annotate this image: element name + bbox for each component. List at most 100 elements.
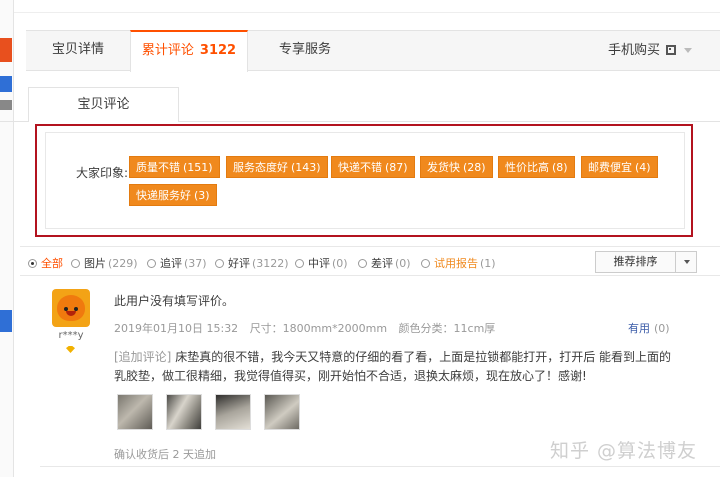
filter-count: (229): [108, 257, 138, 270]
filter-photos[interactable]: 图片 (229): [71, 255, 138, 271]
filter-all[interactable]: 全部: [28, 255, 65, 271]
filter-neutral[interactable]: 中评 (0): [295, 255, 348, 271]
avatar-face: [57, 295, 85, 321]
radio-icon[interactable]: [215, 259, 224, 268]
review-filter-bar: 全部 图片 (229) 追评 (37) 好评 (3122) 中评 (0) 差评 (0) 试…: [20, 246, 720, 276]
sidebar-mail-icon: [0, 100, 12, 110]
impression-tag[interactable]: 发货快 (28): [420, 156, 493, 178]
useful-label: 有用: [628, 322, 650, 335]
tag-count: (87): [385, 161, 408, 174]
detail-tab-bar: 宝贝详情 累计评论 3122 专享服务 手机购买: [26, 30, 720, 72]
tag-text: 发货快: [427, 161, 460, 174]
avatar[interactable]: [52, 289, 90, 327]
sort-label: 推荐排序: [596, 252, 676, 272]
filter-label: 试用报告: [434, 257, 478, 270]
filter-label: 图片: [84, 257, 106, 270]
tag-text: 快递服务好: [136, 189, 191, 202]
useful-button[interactable]: 有用 (0): [628, 320, 670, 336]
review-photo-thumb[interactable]: [166, 394, 202, 430]
radio-icon[interactable]: [421, 259, 430, 268]
review-date: 2019年01月10日 15:32: [114, 322, 239, 335]
impression-tag[interactable]: 性价比高 (8): [498, 156, 575, 178]
useful-count: (0): [654, 322, 670, 335]
filter-label: 中评: [308, 257, 330, 270]
sidebar-accent-block: [0, 38, 12, 62]
tag-count: (28): [463, 161, 486, 174]
tab-label: 累计评论: [141, 43, 194, 58]
radio-icon[interactable]: [71, 259, 80, 268]
radio-icon[interactable]: [358, 259, 367, 268]
tag-text: 邮费便宜: [588, 161, 632, 174]
review-content: 此用户没有填写评价。: [114, 294, 235, 308]
impression-highlight-box: 大家印象: 质量不错 (151) 服务态度好 (143) 快递不错 (87) 发货快(…: [35, 124, 693, 237]
tag-text: 质量不错: [136, 161, 180, 174]
radio-selected-icon[interactable]: [28, 259, 37, 268]
review-meta: 2019年01月10日 15:32 尺寸：1800mm*2000mm 颜色分类：…: [114, 320, 503, 336]
filter-count: (0): [395, 257, 411, 270]
photo-image: [167, 395, 201, 429]
review-total-count: 3122: [199, 43, 237, 58]
filter-count: (1): [480, 257, 496, 270]
filter-label: 差评: [371, 257, 393, 270]
review-color: 颜色分类：11cm厚: [398, 322, 496, 335]
tag-count: (3): [194, 189, 210, 202]
filter-count: (0): [332, 257, 348, 270]
impression-panel: 大家印象: 质量不错 (151) 服务态度好 (143) 快递不错 (87) 发货快(…: [45, 132, 685, 229]
photo-image: [265, 395, 299, 429]
qr-code-icon: [666, 45, 676, 55]
review-size: 尺寸：1800mm*2000mm: [249, 322, 388, 335]
review-username: r***y: [58, 330, 84, 341]
top-divider: [14, 12, 720, 13]
radio-icon[interactable]: [295, 259, 304, 268]
sidebar-blue-block-lower: [0, 310, 12, 332]
review-photo-thumb[interactable]: [215, 394, 251, 430]
tab-exclusive-service[interactable]: 专享服务: [248, 30, 362, 72]
mobile-buy-link[interactable]: 手机购买: [608, 31, 676, 71]
tag-count: (151): [183, 161, 213, 174]
tag-text: 性价比高: [505, 161, 549, 174]
impression-tag[interactable]: 快递服务好 (3): [129, 184, 217, 206]
tab-item-details[interactable]: 宝贝详情: [26, 30, 130, 72]
filter-label: 全部: [41, 257, 63, 270]
tag-count: (4): [635, 161, 651, 174]
filter-negative[interactable]: 差评 (0): [358, 255, 411, 271]
tab-item-reviews-sub[interactable]: 宝贝评论: [28, 87, 179, 122]
followup-text: 床垫真的很不错，我今天又特意的仔细的看了看，上面是拉锁都能打开，打开后 能看到上…: [114, 350, 672, 383]
impression-tag[interactable]: 服务态度好 (143): [226, 156, 328, 178]
tag-count: (143): [291, 161, 321, 174]
chevron-down-icon[interactable]: [684, 48, 692, 53]
chevron-down-icon: [684, 260, 690, 264]
diamond-level-icon: [66, 346, 75, 353]
tag-count: (8): [552, 161, 568, 174]
photo-image: [118, 395, 152, 429]
left-sidebar-edge: [0, 0, 14, 477]
impression-tag[interactable]: 质量不错 (151): [129, 156, 220, 178]
tab-label: 专享服务: [278, 42, 331, 57]
followup-review: [追加评论] 床垫真的很不错，我今天又特意的仔细的看了看，上面是拉锁都能打开，打…: [114, 348, 674, 386]
review-photo-thumb[interactable]: [264, 394, 300, 430]
tag-text: 快递不错: [338, 161, 382, 174]
filter-count: (3122): [252, 257, 289, 270]
filter-positive[interactable]: 好评 (3122): [215, 255, 289, 271]
sidebar-blue-block: [0, 76, 12, 92]
filter-count: (37): [184, 257, 207, 270]
watermark: 知乎 @算法博友: [550, 440, 698, 462]
impression-tag[interactable]: 邮费便宜 (4): [581, 156, 658, 178]
tag-text: 服务态度好: [233, 161, 288, 174]
mobile-buy-label: 手机购买: [607, 43, 660, 58]
tab-label: 宝贝详情: [51, 42, 104, 57]
impression-tag[interactable]: 快递不错 (87): [331, 156, 415, 178]
review-tab-label: 宝贝评论: [77, 97, 130, 112]
filter-trial-report[interactable]: 试用报告 (1): [421, 255, 496, 271]
photo-image: [216, 395, 250, 429]
filter-followup[interactable]: 追评 (37): [147, 255, 207, 271]
followup-time: 确认收货后 2 天追加: [114, 448, 216, 461]
review-photo-thumb[interactable]: [117, 394, 153, 430]
filter-label: 好评: [228, 257, 250, 270]
filter-label: 追评: [160, 257, 182, 270]
tab-reviews[interactable]: 累计评论 3122: [130, 30, 248, 72]
radio-icon[interactable]: [147, 259, 156, 268]
impression-label: 大家印象:: [76, 166, 129, 180]
review-divider: [40, 466, 720, 467]
sort-dropdown[interactable]: 推荐排序: [595, 251, 697, 273]
